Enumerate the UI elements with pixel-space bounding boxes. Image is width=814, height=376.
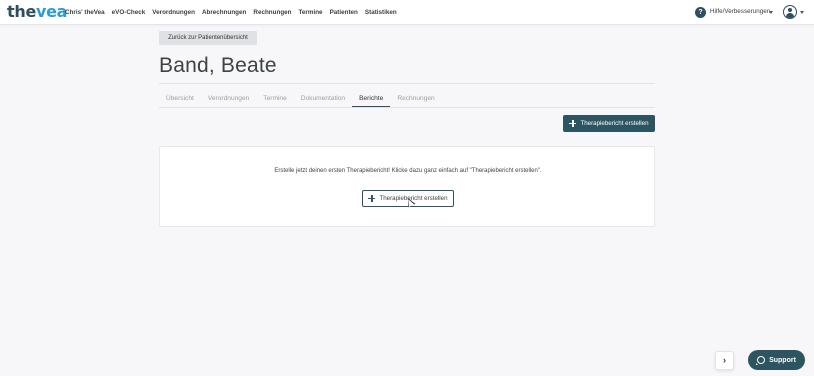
nav-item-termine[interactable]: Termine [299, 9, 323, 16]
logo-text-main: the [7, 2, 36, 21]
page-title: Band, Beate [159, 54, 277, 77]
nav-item-rechnungen[interactable]: Rechnungen [253, 9, 291, 16]
plus-icon [368, 195, 376, 202]
tab-rechnungen[interactable]: Rechnungen [390, 90, 441, 107]
nav-item-abrechnungen[interactable]: Abrechnungen [202, 9, 246, 16]
empty-state-message: Erstelle jetzt deinen ersten Therapieber… [274, 168, 542, 174]
create-therapy-report-button[interactable]: Therapiebericht erstellen [563, 115, 655, 132]
thevea-logo[interactable]: thevea [7, 2, 67, 21]
plus-icon [569, 120, 577, 127]
create-therapy-report-label: Therapiebericht erstellen [580, 120, 649, 127]
patient-tabs: Übersicht Verordnungen Termine Dokumenta… [159, 90, 655, 108]
chevron-right-icon[interactable]: › [715, 351, 734, 370]
support-button[interactable]: Support [748, 350, 805, 370]
nav-item-evo-check[interactable]: eVO-Check [112, 9, 146, 16]
tab-dokumentation[interactable]: Dokumentation [294, 90, 352, 107]
tab-termine[interactable]: Termine [256, 90, 293, 107]
back-to-patient-overview-button[interactable]: Zurück zur Patientenübersicht [159, 31, 257, 45]
support-label: Support [769, 356, 796, 364]
help-menu-label[interactable]: Hilfe/Verbesserungen [710, 8, 770, 15]
nav-item-patienten[interactable]: Patienten [330, 9, 358, 16]
caret-down-icon[interactable] [769, 11, 773, 14]
nav-item-verordnungen[interactable]: Verordnungen [152, 9, 195, 16]
tab-uebersicht[interactable]: Übersicht [159, 90, 201, 107]
user-avatar-icon[interactable] [783, 5, 797, 19]
nav-item-chris-thevea[interactable]: Chris' theVea [65, 9, 105, 16]
reports-empty-state-card: Erstelle jetzt deinen ersten Therapieber… [159, 146, 655, 227]
title-divider [159, 83, 655, 84]
chat-bubble-icon [756, 356, 766, 365]
main-nav: Chris' theVea eVO-Check Verordnungen Abr… [65, 0, 397, 25]
caret-down-icon[interactable] [800, 11, 804, 14]
tab-verordnungen[interactable]: Verordnungen [201, 90, 256, 107]
logo-text-accent: vea [36, 2, 68, 21]
help-icon[interactable]: ? [695, 7, 706, 18]
tab-berichte[interactable]: Berichte [352, 90, 391, 107]
nav-item-statistiken[interactable]: Statistiken [365, 9, 397, 16]
top-navigation-bar: thevea Chris' theVea eVO-Check Verordnun… [0, 0, 814, 25]
